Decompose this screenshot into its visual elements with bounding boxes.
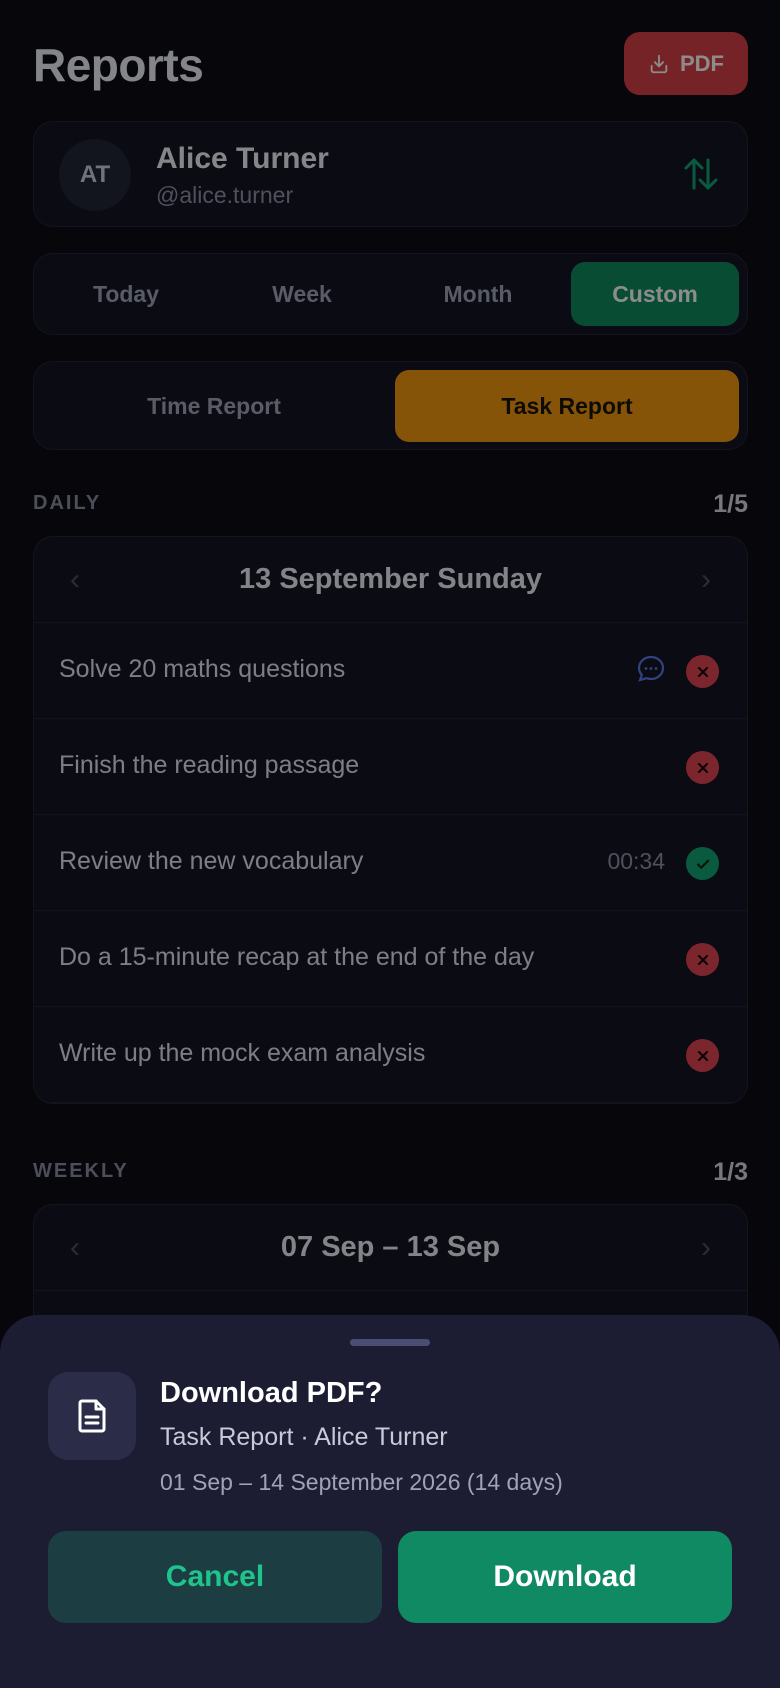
sheet-subtitle: Task Report · Alice Turner (160, 1423, 448, 1451)
task-row[interactable]: Do a 15-minute recap at the end of the d… (34, 911, 747, 1007)
tab-time-report[interactable]: Time Report (42, 370, 386, 442)
swap-vertical-icon[interactable] (681, 154, 721, 194)
tab-task-report[interactable]: Task Report (395, 370, 739, 442)
weekly-header: ‹ 07 Sep – 13 Sep › (34, 1205, 747, 1291)
period-selector: Today Week Month Custom (33, 253, 748, 335)
download-button[interactable]: Download (398, 1531, 732, 1623)
task-row[interactable]: Finish the reading passage (34, 719, 747, 815)
page-title: Reports (33, 39, 204, 91)
chevron-right-icon[interactable]: › (691, 1231, 721, 1265)
comment-bubble-icon[interactable] (635, 653, 667, 685)
check-icon (686, 847, 719, 880)
x-icon (686, 1039, 719, 1072)
cancel-button[interactable]: Cancel (48, 1531, 382, 1623)
daily-header: ‹ 13 September Sunday › (34, 537, 747, 623)
pdf-button[interactable]: PDF (624, 32, 748, 95)
daily-card: ‹ 13 September Sunday › Solve 20 maths q… (33, 536, 748, 1104)
daily-page-count: 1/5 (713, 490, 748, 518)
tab-today[interactable]: Today (42, 262, 210, 326)
tab-week[interactable]: Week (218, 262, 386, 326)
x-icon (686, 751, 719, 784)
download-sheet: Download PDF? Task Report · Alice Turner… (0, 1315, 780, 1688)
weekly-page-count: 1/3 (713, 1158, 748, 1186)
daily-date: 13 September Sunday (239, 563, 542, 595)
task-row[interactable]: Write up the mock exam analysis (34, 1007, 747, 1103)
weekly-section-label: WEEKLY (33, 1160, 129, 1182)
x-icon (686, 943, 719, 976)
document-icon (48, 1372, 136, 1460)
sheet-handle[interactable] (350, 1339, 430, 1346)
task-duration: 00:34 (607, 848, 665, 874)
daily-section-label: DAILY (33, 492, 102, 514)
task-row[interactable]: Review the new vocabulary 00:34 (34, 815, 747, 911)
task-title: Do a 15-minute recap at the end of the d… (59, 943, 535, 971)
user-name: Alice Turner (156, 142, 329, 175)
task-title: Write up the mock exam analysis (59, 1039, 426, 1067)
task-title: Review the new vocabulary (59, 847, 364, 875)
reports-screen: Reports PDF AT Alice Turner @alice.turne… (0, 0, 780, 1688)
weekly-range: 07 Sep – 13 Sep (280, 1231, 501, 1263)
x-icon (686, 655, 719, 688)
report-type-selector: Time Report Task Report (33, 361, 748, 450)
chevron-right-icon[interactable]: › (691, 563, 721, 597)
avatar: AT (59, 139, 131, 211)
pdf-button-label: PDF (680, 50, 724, 76)
user-card[interactable]: AT Alice Turner @alice.turner (33, 121, 748, 227)
sheet-title: Download PDF? (160, 1377, 383, 1409)
sheet-date-range: 01 Sep – 14 September 2026 (14 days) (160, 1469, 563, 1495)
download-tray-icon (650, 54, 668, 73)
tab-month[interactable]: Month (394, 262, 562, 326)
tab-custom[interactable]: Custom (571, 262, 739, 326)
task-title: Solve 20 maths questions (59, 655, 346, 683)
task-title: Finish the reading passage (59, 751, 360, 779)
task-row[interactable]: Solve 20 maths questions (34, 623, 747, 719)
user-handle: @alice.turner (156, 182, 294, 208)
